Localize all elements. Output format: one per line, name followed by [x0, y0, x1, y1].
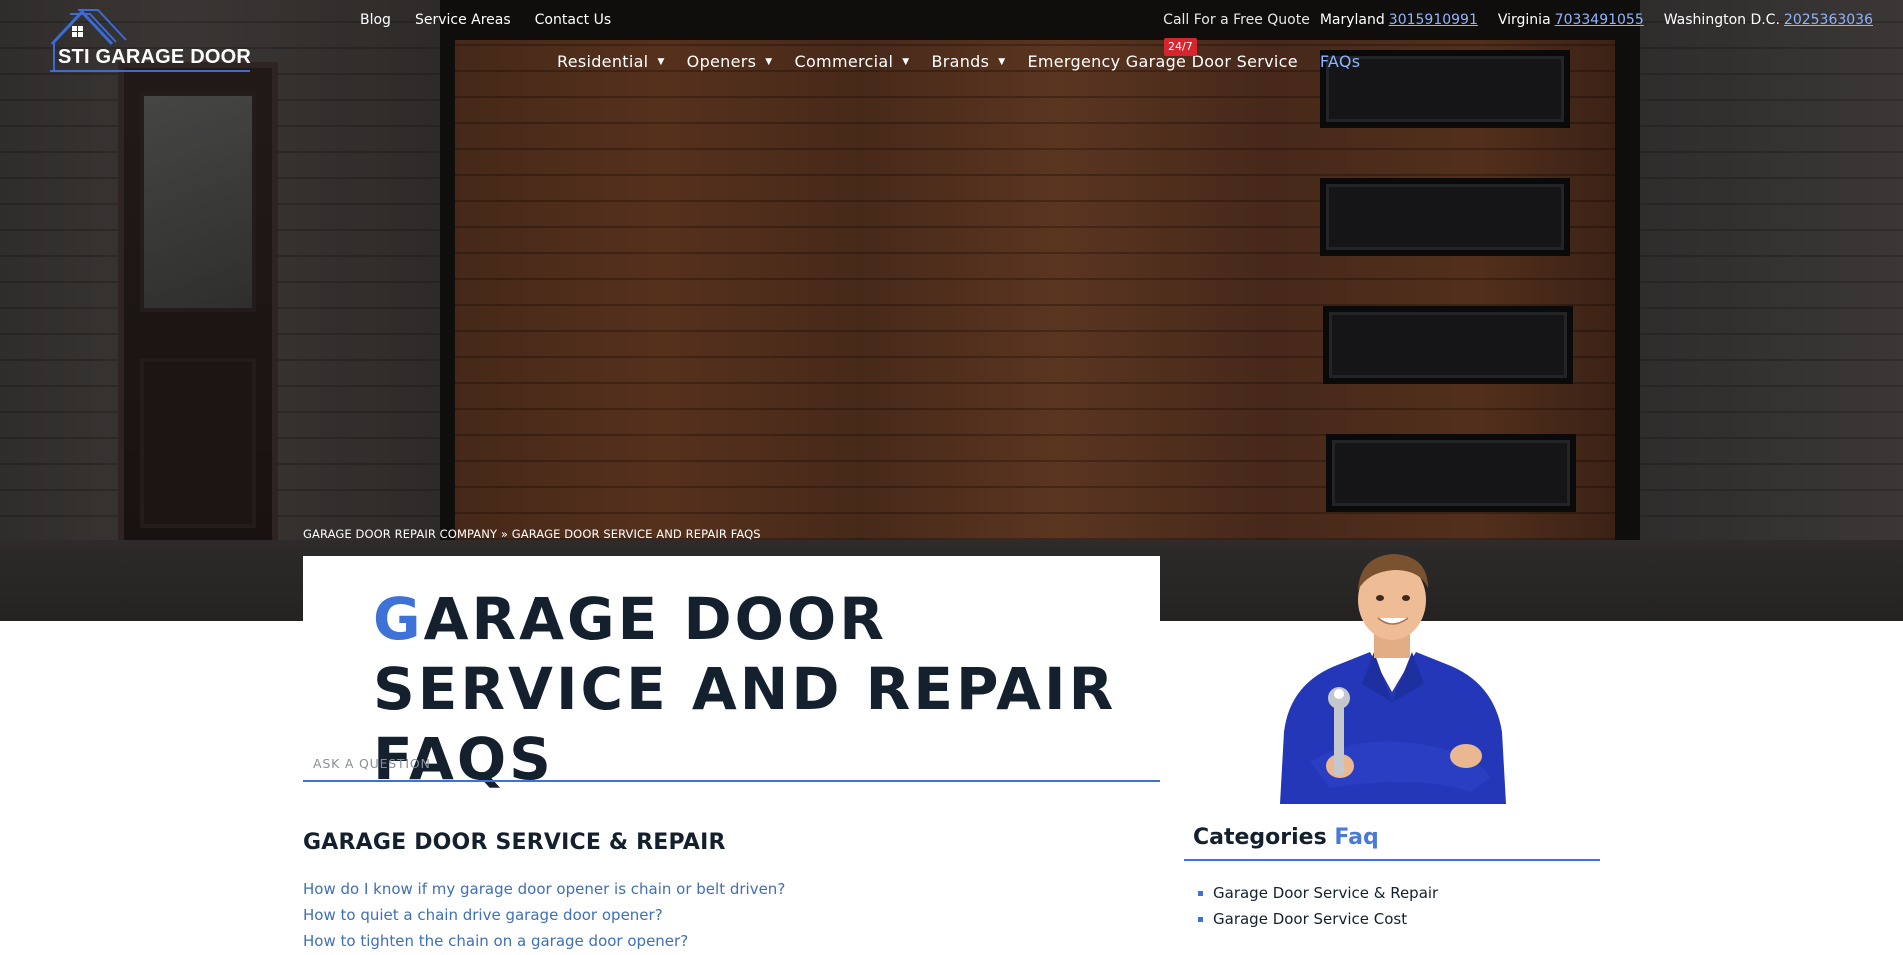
category-item[interactable]: Garage Door Service & Repair	[1198, 880, 1439, 906]
breadcrumb[interactable]: GARAGE DOOR REPAIR COMPANY » GARAGE DOOR…	[303, 527, 761, 541]
nav-emergency-label: Emergency Garage Door Service	[1027, 52, 1298, 71]
faq-link[interactable]: How to tighten the chain on a garage doo…	[303, 932, 688, 950]
region-virginia: Virginia	[1497, 12, 1551, 28]
top-link-service-areas[interactable]: Service Areas	[415, 12, 511, 28]
main-nav: Residential ▼ Openers ▼ Commercial ▼ Bra…	[557, 52, 1360, 71]
nav-residential[interactable]: Residential ▼	[557, 52, 665, 71]
nav-openers[interactable]: Openers ▼	[687, 52, 773, 71]
bullet-icon	[1198, 916, 1203, 922]
faq-item: How to tighten the chain on a garage doo…	[303, 931, 785, 955]
categories-heading: Categories Faq	[1193, 825, 1379, 850]
nav-brands-label: Brands	[931, 52, 990, 71]
top-link-blog[interactable]: Blog	[360, 12, 391, 28]
category-label: Garage Door Service Cost	[1213, 910, 1408, 928]
section-heading: GARAGE DOOR SERVICE & REPAIR	[303, 830, 726, 855]
categories-divider	[1184, 859, 1600, 861]
nav-commercial[interactable]: Commercial ▼	[795, 52, 910, 71]
faq-link[interactable]: How do I know if my garage door opener i…	[303, 880, 785, 898]
phone-bar: Call For a Free Quote Maryland 301591099…	[1163, 12, 1873, 28]
ask-question-field	[303, 746, 1160, 782]
caret-down-icon: ▼	[902, 56, 910, 67]
nav-openers-label: Openers	[686, 52, 757, 71]
hero-overlay	[0, 0, 1903, 621]
logo-underline	[50, 70, 250, 72]
category-label: Garage Door Service & Repair	[1213, 884, 1439, 902]
ask-question-input[interactable]	[303, 746, 1160, 780]
categories-heading-label: Categories	[1193, 825, 1327, 850]
phone-virginia[interactable]: 7033491055	[1555, 12, 1644, 28]
phone-maryland[interactable]: 3015910991	[1389, 12, 1478, 28]
nav-emergency-service[interactable]: Emergency Garage Door Service	[1027, 52, 1297, 71]
nav-commercial-label: Commercial	[794, 52, 894, 71]
region-maryland: Maryland	[1319, 12, 1385, 28]
phone-washington-dc[interactable]: 2025363036	[1784, 12, 1873, 28]
caret-down-icon: ▼	[657, 56, 665, 67]
top-links: Blog Service Areas Contact Us	[360, 12, 611, 28]
region-washington-dc: Washington D.C.	[1663, 12, 1780, 28]
nav-residential-label: Residential	[557, 52, 649, 71]
nav-brands[interactable]: Brands ▼	[931, 52, 1005, 71]
faq-list: How do I know if my garage door opener i…	[303, 879, 785, 955]
caret-down-icon: ▼	[765, 56, 773, 67]
categories-heading-accent: Faq	[1334, 825, 1379, 850]
free-quote-text: Call For a Free Quote	[1163, 12, 1310, 28]
page-title-first-letter: G	[373, 585, 424, 653]
faq-item: How to quiet a chain drive garage door o…	[303, 905, 785, 931]
nav-faqs[interactable]: FAQs	[1320, 52, 1361, 71]
badge-24-7: 24/7	[1164, 38, 1197, 56]
faq-link[interactable]: How to quiet a chain drive garage door o…	[303, 906, 663, 924]
category-list: Garage Door Service & Repair Garage Door…	[1198, 880, 1439, 932]
top-link-contact-us[interactable]: Contact Us	[535, 12, 611, 28]
site-logo[interactable]: STI GARAGE DOOR	[48, 8, 252, 74]
category-item[interactable]: Garage Door Service Cost	[1198, 906, 1438, 932]
hero-banner	[0, 0, 1903, 621]
mechanic-image	[1280, 554, 1506, 804]
faq-item: How do I know if my garage door opener i…	[303, 879, 785, 905]
caret-down-icon: ▼	[998, 56, 1006, 67]
bullet-icon	[1198, 890, 1203, 896]
logo-text: STI GARAGE DOOR	[58, 46, 252, 68]
nav-faqs-label: FAQs	[1319, 52, 1361, 71]
